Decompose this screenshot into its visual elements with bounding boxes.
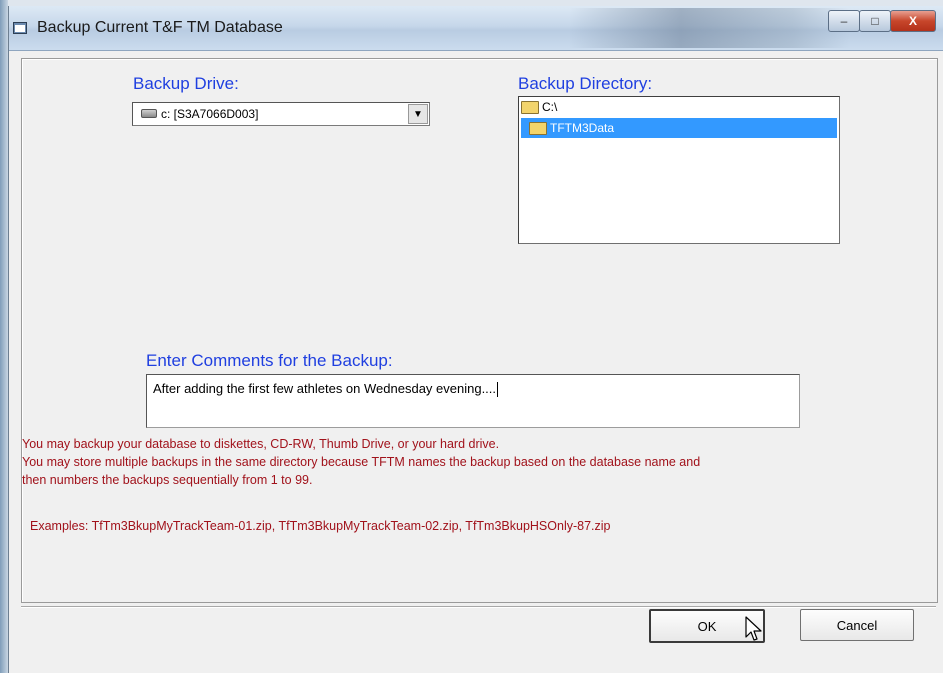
close-icon: X [908, 14, 917, 28]
title-bar[interactable]: Backup Current T&F TM Database – □ X [9, 6, 943, 51]
window-title: Backup Current T&F TM Database [37, 19, 283, 36]
examples-text: Examples: TfTm3BkupMyTrackTeam-01.zip, T… [30, 519, 611, 533]
folder-open-icon [529, 122, 547, 136]
directory-item-root[interactable]: C:\ [521, 97, 557, 117]
ok-button-label: OK [697, 618, 717, 634]
backup-dialog: Backup Current T&F TM Database – □ X Bac… [8, 6, 943, 673]
backup-drive-select[interactable]: c: [S3A7066D003] ▼ [132, 102, 430, 126]
text-caret [497, 382, 499, 398]
footer-divider [21, 606, 936, 608]
note-line-2: You may store multiple backups in the sa… [22, 455, 701, 469]
folder-open-icon [521, 101, 539, 115]
maximize-button[interactable]: □ [859, 10, 891, 32]
backup-drive-value: c: [S3A7066D003] [161, 107, 259, 121]
backup-directory-list[interactable]: C:\ TFTM3Data [518, 96, 840, 244]
background-edge [0, 0, 8, 673]
cancel-button-label: Cancel [836, 617, 878, 633]
comments-label: Enter Comments for the Backup: [146, 351, 393, 370]
chevron-down-icon[interactable]: ▼ [408, 104, 428, 124]
directory-item-tftm3data[interactable]: TFTM3Data [521, 118, 837, 138]
comments-input[interactable]: After adding the first few athletes on W… [146, 374, 800, 428]
directory-item-label: C:\ [542, 100, 558, 114]
app-icon [13, 22, 27, 34]
comments-text: After adding the first few athletes on W… [153, 381, 497, 396]
note-line-1: You may backup your database to diskette… [22, 437, 500, 451]
drive-icon [141, 109, 157, 118]
backup-drive-label: Backup Drive: [133, 74, 239, 93]
directory-item-label: TFTM3Data [550, 121, 615, 135]
cancel-button[interactable]: Cancel [800, 609, 914, 641]
minimize-icon: – [840, 14, 848, 28]
mouse-pointer-icon [745, 616, 762, 641]
window-controls: – □ X [828, 10, 936, 32]
title-bar-shade [569, 8, 849, 48]
dialog-body: Backup Drive: c: [S3A7066D003] ▼ Backup … [21, 58, 938, 603]
maximize-icon: □ [871, 14, 879, 28]
backup-directory-label: Backup Directory: [518, 74, 653, 93]
minimize-button[interactable]: – [828, 10, 860, 32]
note-line-3: then numbers the backups sequentially fr… [22, 473, 313, 487]
close-button[interactable]: X [890, 10, 936, 32]
